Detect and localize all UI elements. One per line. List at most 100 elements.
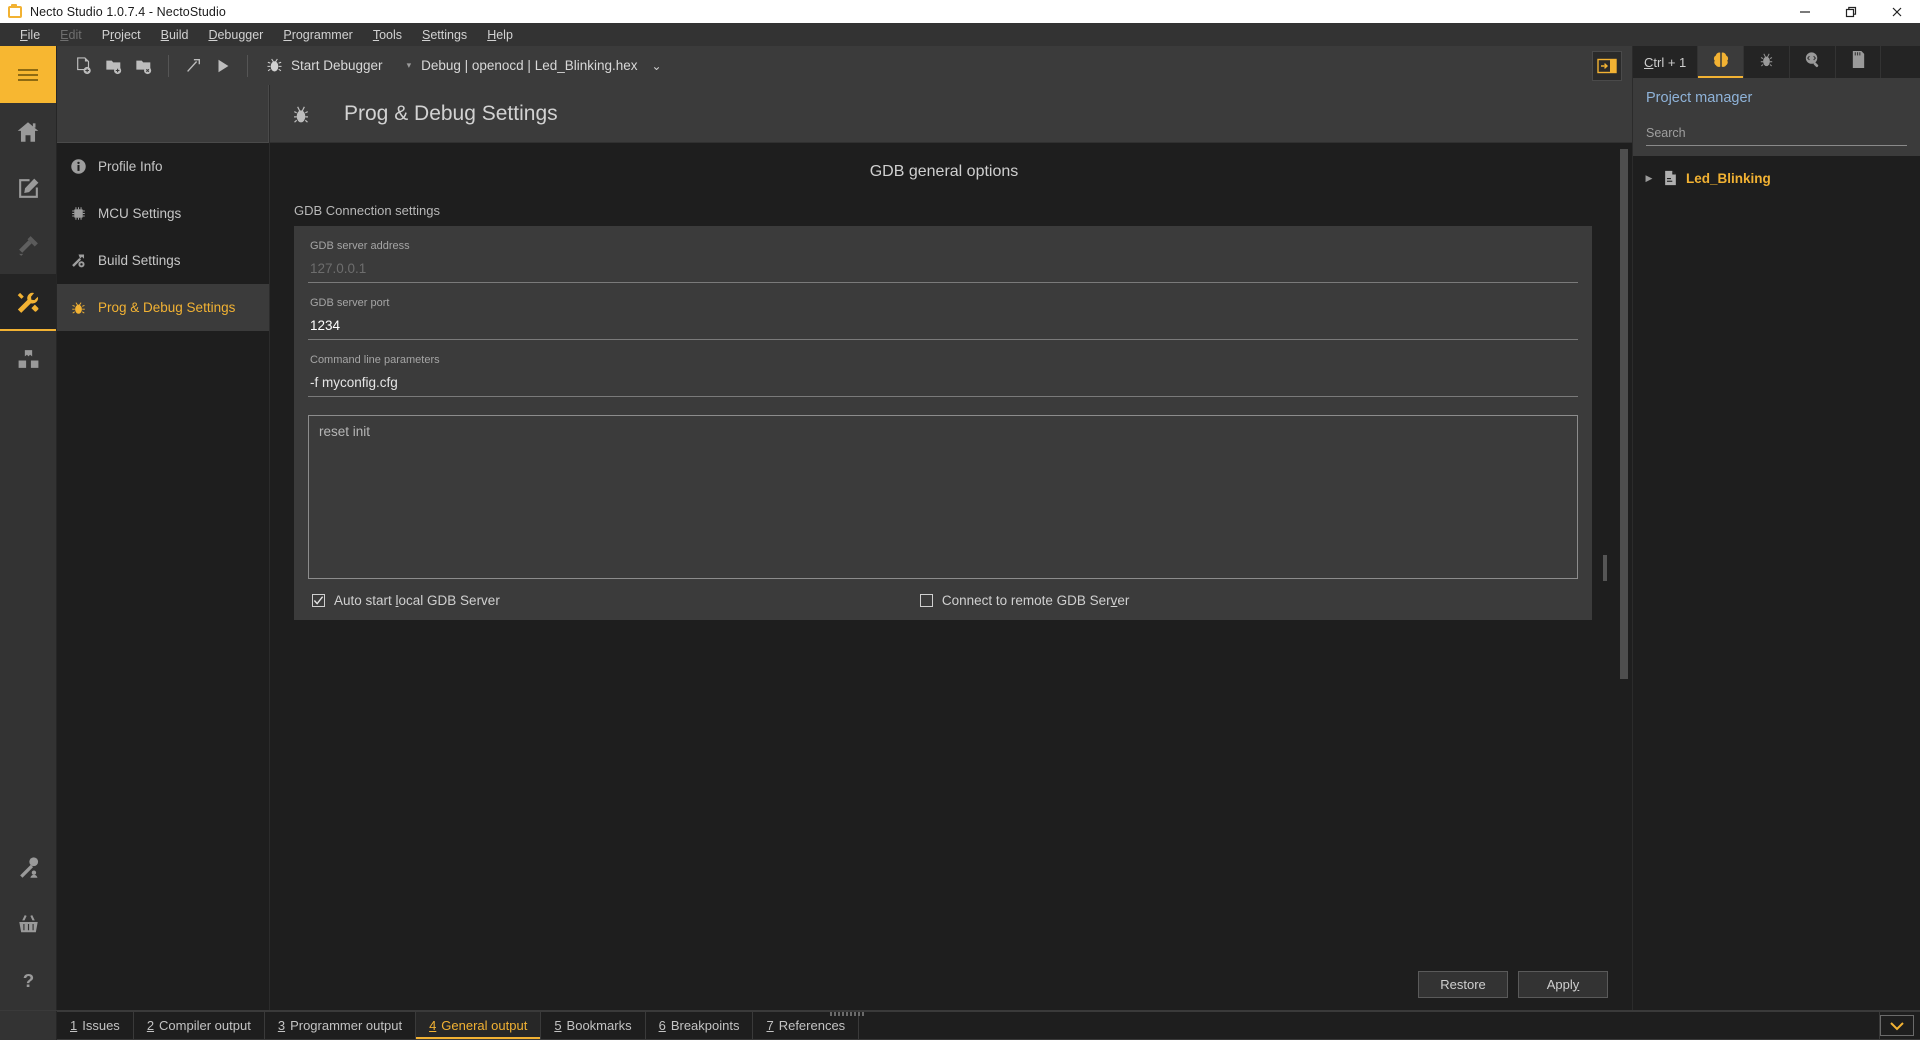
window-title: Necto Studio 1.0.7.4 - NectoStudio xyxy=(30,4,226,19)
sidebar-item-prog-debug-settings[interactable]: Prog & Debug Settings xyxy=(57,284,269,331)
tab-bookmarks[interactable]: 5 Bookmarks xyxy=(541,1012,646,1039)
command-line-parameters-input[interactable]: -f myconfig.cfg xyxy=(308,375,1578,397)
tab-debug[interactable] xyxy=(1743,46,1789,78)
menu-build[interactable]: Build xyxy=(151,26,199,44)
menu-file[interactable]: File xyxy=(10,26,50,44)
search-input[interactable]: Search xyxy=(1646,126,1907,146)
settings-nav-panel: Profile Info MCU Settings Build Settings… xyxy=(57,85,270,1010)
close-project-icon[interactable] xyxy=(129,51,159,81)
panel-resize-grip[interactable] xyxy=(830,1012,864,1016)
scrollbar-thumb[interactable] xyxy=(1620,149,1628,679)
close-icon[interactable] xyxy=(1874,0,1920,23)
toolbar-right-group xyxy=(1592,50,1622,81)
tab-programmer-output[interactable]: 3 Programmer output xyxy=(265,1012,417,1039)
toolbar-separator-1 xyxy=(168,54,169,77)
app-folder-icon xyxy=(8,3,22,18)
tab-label: Breakpoints xyxy=(670,1018,740,1033)
sidebar-item-mcu-settings[interactable]: MCU Settings xyxy=(57,190,269,237)
new-file-icon[interactable] xyxy=(69,51,99,81)
toggle-right-panel-icon[interactable] xyxy=(1592,50,1622,81)
open-project-icon[interactable] xyxy=(99,51,129,81)
activity-rail: ? xyxy=(0,46,57,1010)
tab-label: Compiler output xyxy=(159,1018,251,1033)
tabbar-filler xyxy=(859,1012,1880,1039)
sidebar-item-build-settings[interactable]: Build Settings xyxy=(57,237,269,284)
connect-to-remote-gdb-server-checkbox[interactable]: Connect to remote GDB Server xyxy=(919,593,1129,608)
body-region: ? Start Debugger ▾ Debug | openocd | Led… xyxy=(0,46,1920,1010)
menu-help[interactable]: Help xyxy=(477,26,523,44)
page-footer: Restore Appl y xyxy=(270,958,1632,1010)
menu-tools[interactable]: Tools xyxy=(363,26,412,44)
gdb-server-port-input[interactable]: 1234 xyxy=(308,318,1578,340)
tab-number: 2 xyxy=(146,1018,155,1033)
tab-project-manager[interactable] xyxy=(1697,46,1744,78)
project-manager-icon xyxy=(1711,50,1731,75)
tools-icon[interactable] xyxy=(0,274,56,331)
tab-breakpoints[interactable]: 6 Breakpoints xyxy=(646,1012,754,1039)
tab-number: 5 xyxy=(554,1018,562,1033)
hammer-gear-icon xyxy=(69,252,87,270)
config-caret-icon[interactable]: ▾ xyxy=(407,60,412,71)
config-chevron-down-icon[interactable]: ⌄ xyxy=(652,59,662,73)
sidebar-item-label: Profile Info xyxy=(98,159,163,174)
menu-settings[interactable]: Settings xyxy=(412,26,477,44)
right-panel-tabbar: Ctrl + 1 xyxy=(1633,46,1920,78)
start-debugger-button[interactable]: Start Debugger xyxy=(257,51,391,81)
project-tree: ▶ Led_Blinking xyxy=(1633,156,1920,190)
tab-references[interactable]: 7 References xyxy=(753,1012,860,1039)
license-key-icon[interactable] xyxy=(0,839,56,896)
panel-splitter-handle[interactable] xyxy=(1603,555,1607,581)
tab-label: Bookmarks xyxy=(566,1018,632,1033)
build-hammer-icon[interactable] xyxy=(178,51,208,81)
application-window: Necto Studio 1.0.7.4 - NectoStudio File … xyxy=(0,0,1920,1040)
gdb-server-address-input[interactable]: 127.0.0.1 xyxy=(308,261,1578,283)
home-icon[interactable] xyxy=(0,103,56,160)
bottom-tab-bar: 1 Issues 2 Compiler output 3 Programmer out… xyxy=(0,1010,1920,1040)
edit-icon[interactable] xyxy=(0,160,56,217)
memory-card-icon xyxy=(1850,50,1867,74)
page-body: GDB general options GDB Connection setti… xyxy=(270,143,1632,958)
sidebar-item-label: Prog & Debug Settings xyxy=(98,300,236,315)
tab-issues[interactable]: 1 Issues xyxy=(57,1012,134,1039)
checkbox-box-unchecked xyxy=(919,594,933,607)
sidebar-item-profile-info[interactable]: Profile Info xyxy=(57,143,269,190)
chevron-right-icon[interactable]: ▶ xyxy=(1644,173,1654,184)
debug-bug-icon xyxy=(1757,50,1776,74)
hamburger-menu-icon[interactable] xyxy=(0,46,56,103)
active-configuration-label[interactable]: Debug | openocd | Led_Blinking.hex xyxy=(421,58,637,73)
gdb-init-commands-textarea[interactable]: reset init xyxy=(308,415,1578,579)
page-vertical-scrollbar[interactable] xyxy=(1620,149,1628,948)
minimize-icon[interactable] xyxy=(1782,0,1828,23)
tree-item-led-blinking[interactable]: ▶ Led_Blinking xyxy=(1633,166,1920,190)
tab-label: General output xyxy=(441,1018,528,1033)
tab-code-search[interactable] xyxy=(1789,46,1835,78)
tab-general-output[interactable]: 4 General output xyxy=(416,1012,542,1039)
tab-compiler-output[interactable]: 2 Compiler output xyxy=(134,1012,265,1039)
menu-tools-label: ools xyxy=(379,27,402,42)
restore-button[interactable]: Restore xyxy=(1418,970,1508,998)
apply-button[interactable]: Appl y xyxy=(1518,970,1608,998)
bug-icon xyxy=(69,299,87,317)
field-label: GDB server address xyxy=(310,240,410,252)
menu-build-label: uild xyxy=(168,27,189,42)
maximize-icon[interactable] xyxy=(1828,0,1874,23)
run-play-icon[interactable] xyxy=(208,51,238,81)
gdb-connection-card: GDB server address 127.0.0.1 GDB server … xyxy=(294,226,1592,620)
field-gdb-server-address: GDB server address 127.0.0.1 xyxy=(308,240,1578,291)
shopping-basket-icon[interactable] xyxy=(0,896,56,953)
menu-project[interactable]: Project xyxy=(92,26,151,44)
chevron-down-icon[interactable] xyxy=(1880,1015,1914,1036)
help-icon[interactable]: ? xyxy=(0,953,56,1010)
auto-start-local-gdb-server-checkbox[interactable]: Auto start local GDB Server xyxy=(312,593,500,608)
output-tabs: 1 Issues 2 Compiler output 3 Programmer out… xyxy=(57,1011,1920,1040)
packages-icon[interactable] xyxy=(0,331,56,388)
design-tools-icon[interactable] xyxy=(0,217,56,274)
tree-item-label: Led_Blinking xyxy=(1686,170,1771,186)
menu-debugger[interactable]: Debugger xyxy=(198,26,273,44)
tab-memory-card[interactable] xyxy=(1835,46,1882,78)
panel-title: Project manager xyxy=(1646,90,1753,106)
menu-programmer[interactable]: Programmer xyxy=(273,26,362,44)
menu-help-label: elp xyxy=(496,27,513,42)
tab-number: 7 xyxy=(766,1018,774,1033)
project-manager-header: Project manager Search xyxy=(1633,78,1920,156)
